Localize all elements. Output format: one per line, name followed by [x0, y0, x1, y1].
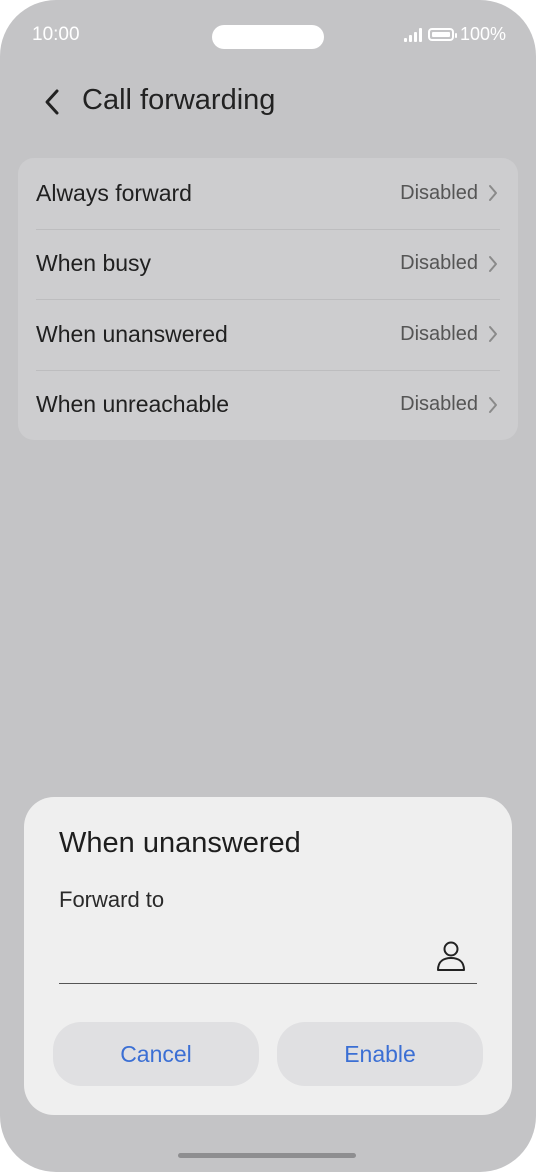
- option-when-unreachable[interactable]: When unreachable Disabled: [18, 369, 518, 441]
- status-icons: 100%: [403, 24, 506, 45]
- dialog-title: When unanswered: [59, 827, 301, 859]
- header: Call forwarding: [0, 72, 536, 132]
- phone-screen: 10:00 100% Call forwarding Always forwar…: [0, 0, 536, 1172]
- option-status: Disabled: [400, 393, 478, 416]
- forward-to-input[interactable]: [59, 935, 423, 973]
- battery-icon: [427, 28, 457, 41]
- forward-to-field: [59, 927, 477, 984]
- chevron-right-icon: [486, 395, 500, 415]
- battery-percent: 100%: [459, 24, 506, 44]
- option-status: Disabled: [400, 181, 478, 204]
- status-bar: 10:00 100%: [0, 0, 536, 72]
- chevron-right-icon: [486, 183, 500, 203]
- back-arrow-icon: [45, 89, 59, 115]
- option-when-busy[interactable]: When busy Disabled: [18, 228, 518, 300]
- forwarding-dialog: When unanswered Forward to Cancel Enable: [24, 797, 512, 1115]
- forward-to-label: Forward to: [59, 887, 165, 912]
- home-indicator[interactable]: [178, 1153, 356, 1158]
- status-time: 10:00: [32, 24, 80, 45]
- chevron-right-icon: [486, 254, 500, 274]
- page-title: Call forwarding: [82, 84, 276, 116]
- camera-pill: [212, 25, 324, 49]
- option-label: Always forward: [36, 179, 192, 206]
- back-button[interactable]: [34, 84, 70, 120]
- enable-button[interactable]: Enable: [277, 1022, 483, 1086]
- option-label: When unreachable: [36, 391, 230, 418]
- forwarding-options-list: Always forward Disabled When busy Disabl…: [18, 158, 518, 440]
- signal-icon: [403, 27, 422, 42]
- option-label: When busy: [36, 250, 152, 277]
- option-status: Disabled: [400, 252, 478, 275]
- option-always-forward[interactable]: Always forward Disabled: [18, 158, 518, 229]
- cancel-button[interactable]: Cancel: [53, 1022, 259, 1086]
- option-when-unanswered[interactable]: When unanswered Disabled: [18, 299, 518, 370]
- chevron-right-icon: [486, 324, 500, 344]
- option-status: Disabled: [400, 322, 478, 345]
- contact-picker-button[interactable]: [435, 939, 467, 973]
- option-label: When unanswered: [36, 320, 228, 347]
- person-icon: [437, 941, 465, 971]
